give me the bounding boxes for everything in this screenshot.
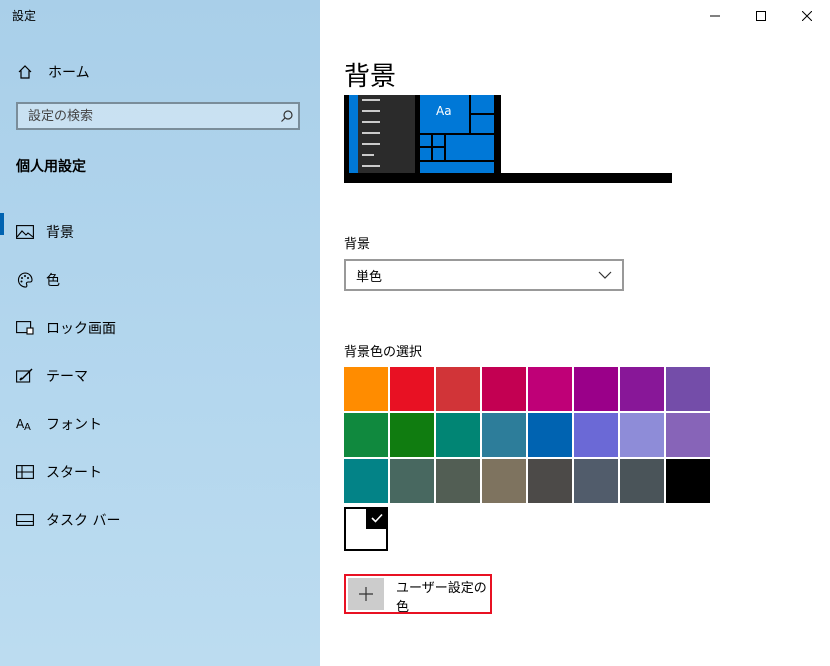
start-grid-icon: [16, 463, 34, 481]
close-icon: [802, 11, 812, 21]
sidebar-item-label: タスク バー: [46, 513, 121, 529]
color-swatch[interactable]: [482, 413, 526, 457]
custom-color-label: ユーザー設定の色: [396, 581, 487, 615]
color-swatch[interactable]: [482, 459, 526, 503]
sidebar-item-label: テーマ: [46, 369, 88, 385]
color-swatch[interactable]: [620, 367, 664, 411]
color-pick-label: 背景色の選択: [344, 345, 423, 360]
image-icon: [16, 223, 34, 241]
sidebar-item-label: ロック画面: [46, 321, 116, 337]
palette-icon: [16, 271, 34, 289]
color-swatch[interactable]: [620, 459, 664, 503]
chevron-down-icon: [598, 271, 612, 279]
color-swatch[interactable]: [436, 367, 480, 411]
page-title: 背景: [344, 62, 397, 92]
preview-taskbar: [344, 173, 672, 183]
sidebar-item-label: フォント: [46, 417, 102, 433]
color-swatch[interactable]: [344, 413, 388, 457]
sidebar-item-font[interactable]: AA フォント: [0, 400, 320, 448]
window-title: 設定: [12, 9, 37, 23]
sidebar-item-taskbar[interactable]: タスク バー: [0, 496, 320, 544]
theme-brush-icon: [16, 367, 34, 385]
color-swatch[interactable]: [528, 413, 572, 457]
sidebar: 設定 ホーム 個人用設定 背景 色 ロック画面: [0, 0, 320, 666]
window-controls: [692, 0, 830, 32]
color-swatch[interactable]: [390, 459, 434, 503]
background-label: 背景: [344, 237, 371, 252]
maximize-icon: [756, 11, 766, 21]
search-input[interactable]: [18, 107, 276, 125]
font-icon: AA: [16, 415, 34, 433]
color-swatch[interactable]: [620, 413, 664, 457]
home-icon: [16, 63, 34, 81]
color-swatch[interactable]: [666, 459, 710, 503]
color-swatch[interactable]: [390, 413, 434, 457]
color-swatch[interactable]: [574, 459, 618, 503]
color-swatch[interactable]: [574, 413, 618, 457]
search-box[interactable]: [16, 102, 300, 130]
color-swatch[interactable]: [574, 367, 618, 411]
svg-text:A: A: [24, 422, 31, 432]
sidebar-item-theme[interactable]: テーマ: [0, 352, 320, 400]
taskbar-icon: [16, 511, 34, 529]
sidebar-item-lock-screen[interactable]: ロック画面: [0, 304, 320, 352]
nav-home[interactable]: ホーム: [16, 60, 306, 84]
dropdown-value: 単色: [356, 269, 383, 285]
color-swatch[interactable]: [528, 459, 572, 503]
preview-tile-text: Aa: [436, 104, 452, 118]
background-type-dropdown[interactable]: 単色: [344, 259, 624, 291]
color-swatch[interactable]: [390, 367, 434, 411]
color-swatch[interactable]: [436, 459, 480, 503]
sidebar-item-label: 色: [46, 273, 60, 289]
nav-list: 背景 色 ロック画面 テーマ AA フォント スタート タスク バー: [0, 208, 320, 544]
sidebar-item-label: スタート: [46, 465, 102, 481]
sidebar-item-background[interactable]: 背景: [0, 208, 320, 256]
sidebar-item-color[interactable]: 色: [0, 256, 320, 304]
color-swatch[interactable]: [528, 367, 572, 411]
section-title: 個人用設定: [16, 159, 86, 175]
lock-screen-icon: [16, 319, 34, 337]
sidebar-item-start[interactable]: スタート: [0, 448, 320, 496]
color-swatch[interactable]: [344, 459, 388, 503]
plus-icon: [348, 578, 384, 610]
sidebar-item-label: 背景: [46, 225, 74, 241]
background-preview: Aa: [344, 95, 501, 173]
close-button[interactable]: [784, 0, 830, 32]
color-swatch[interactable]: [666, 367, 710, 411]
nav-home-label: ホーム: [48, 65, 90, 81]
color-swatch-grid: [344, 367, 712, 503]
search-icon[interactable]: [276, 105, 298, 127]
color-swatch[interactable]: [344, 367, 388, 411]
maximize-button[interactable]: [738, 0, 784, 32]
color-swatch[interactable]: [666, 413, 710, 457]
custom-color-button[interactable]: ユーザー設定の色: [344, 574, 492, 615]
checkmark-icon: [366, 507, 388, 529]
selected-color-swatch[interactable]: [344, 507, 388, 551]
minimize-icon: [710, 15, 720, 17]
color-swatch[interactable]: [482, 367, 526, 411]
color-swatch[interactable]: [436, 413, 480, 457]
minimize-button[interactable]: [692, 0, 738, 32]
